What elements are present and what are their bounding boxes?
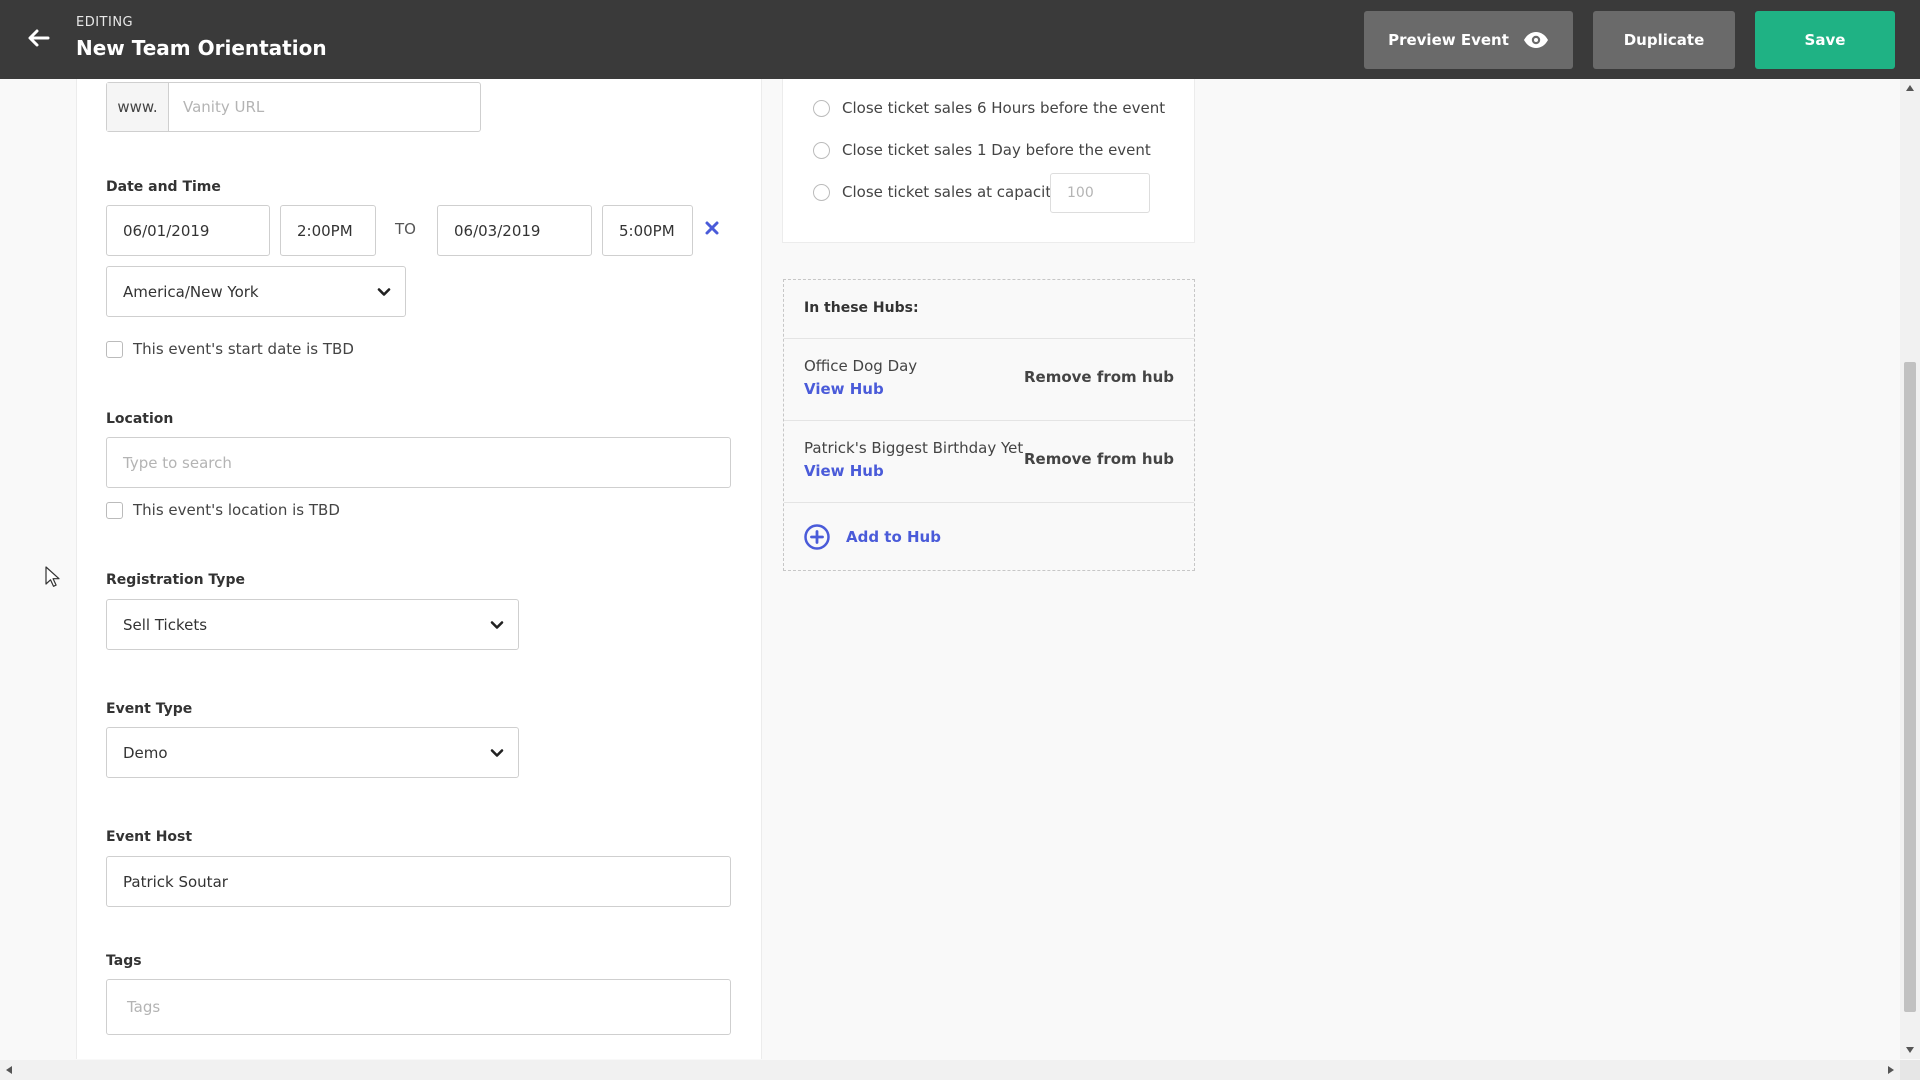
mouse-cursor-icon — [45, 566, 60, 587]
www-prefix: www. — [107, 83, 169, 131]
registration-type-select[interactable]: Sell Tickets — [106, 599, 519, 650]
close-1-day-label: Close ticket sales 1 Day before the even… — [842, 141, 1151, 159]
vanity-url-field[interactable]: www. Vanity URL — [106, 82, 481, 132]
chevron-down-icon — [377, 288, 391, 296]
scroll-down-icon[interactable] — [1906, 1047, 1914, 1053]
location-tbd-label: This event's location is TBD — [133, 501, 340, 519]
save-button[interactable]: Save — [1755, 11, 1895, 69]
registration-type-label: Registration Type — [106, 572, 245, 588]
remove-from-hub-button[interactable]: Remove from hub — [1024, 368, 1174, 386]
radio-button[interactable] — [813, 183, 830, 201]
close-6-hours-label: Close ticket sales 6 Hours before the ev… — [842, 99, 1166, 117]
hub-list-item: Patrick's Biggest Birthday Yet View Hub … — [784, 420, 1194, 502]
scroll-up-icon[interactable] — [1906, 85, 1914, 91]
scroll-right-icon[interactable] — [1888, 1066, 1894, 1074]
close-capacity-option[interactable]: Close ticket sales at capacity — [813, 183, 1060, 201]
event-host-input[interactable]: Patrick Soutar — [106, 856, 731, 907]
vanity-url-input[interactable]: Vanity URL — [169, 83, 480, 131]
hubs-panel: In these Hubs: Office Dog Day View Hub R… — [783, 279, 1195, 571]
timezone-select[interactable]: America/New York — [106, 266, 406, 317]
hub-list-item: Office Dog Day View Hub Remove from hub — [784, 338, 1194, 420]
hubs-title: In these Hubs: — [804, 300, 919, 316]
radio-button[interactable] — [813, 99, 830, 117]
view-hub-link[interactable]: View Hub — [804, 462, 884, 480]
preview-event-label: Preview Event — [1388, 31, 1509, 49]
tags-input[interactable]: Tags — [106, 979, 731, 1035]
page-title: New Team Orientation — [76, 36, 327, 60]
end-time-input[interactable]: 5:00PM — [602, 205, 693, 256]
scroll-left-icon[interactable] — [6, 1066, 12, 1074]
event-type-select[interactable]: Demo — [106, 727, 519, 778]
close-6-hours-option[interactable]: Close ticket sales 6 Hours before the ev… — [813, 99, 1165, 117]
start-date-tbd-checkbox[interactable] — [106, 340, 123, 358]
end-date-input[interactable]: 06/03/2019 — [437, 205, 592, 256]
date-time-label: Date and Time — [106, 179, 221, 195]
preview-event-button[interactable]: Preview Event — [1364, 11, 1573, 69]
chevron-down-icon — [490, 749, 504, 757]
start-date-tbd-row[interactable]: This event's start date is TBD — [106, 340, 354, 358]
plus-circle-icon — [804, 524, 830, 550]
horizontal-scrollbar[interactable] — [0, 1060, 1900, 1080]
remove-from-hub-button[interactable]: Remove from hub — [1024, 450, 1174, 468]
close-1-day-option[interactable]: Close ticket sales 1 Day before the even… — [813, 141, 1151, 159]
location-label: Location — [106, 411, 174, 427]
scrollbar-thumb[interactable] — [1904, 362, 1916, 1012]
top-bar: EDITING New Team Orientation Preview Eve… — [0, 0, 1920, 79]
capacity-input[interactable]: 100 — [1050, 173, 1150, 213]
start-time-input[interactable]: 2:00PM — [280, 205, 376, 256]
location-tbd-checkbox[interactable] — [106, 501, 123, 519]
event-type-value: Demo — [123, 743, 168, 762]
start-date-input[interactable]: 06/01/2019 — [106, 205, 270, 256]
registration-type-value: Sell Tickets — [123, 615, 208, 634]
tags-label: Tags — [106, 953, 142, 969]
add-to-hub-button[interactable]: Add to Hub — [804, 524, 941, 550]
chevron-down-icon — [490, 621, 504, 629]
event-host-label: Event Host — [106, 829, 193, 845]
close-x-icon[interactable] — [704, 220, 720, 236]
event-type-label: Event Type — [106, 701, 193, 717]
to-label: TO — [395, 220, 416, 238]
add-to-hub-label: Add to Hub — [846, 528, 941, 546]
view-hub-link[interactable]: View Hub — [804, 380, 884, 398]
location-search-input[interactable]: Type to search — [106, 437, 731, 488]
close-capacity-label: Close ticket sales at capacity — [842, 183, 1061, 201]
editing-label: EDITING — [76, 15, 134, 30]
radio-button[interactable] — [813, 141, 830, 159]
hub-name: Patrick's Biggest Birthday Yet — [804, 439, 1024, 457]
vertical-scrollbar[interactable] — [1900, 79, 1920, 1059]
start-date-tbd-label: This event's start date is TBD — [133, 340, 354, 358]
scrollbar-corner — [1900, 1060, 1920, 1080]
duplicate-button[interactable]: Duplicate — [1593, 11, 1735, 69]
location-tbd-row[interactable]: This event's location is TBD — [106, 501, 340, 519]
arrow-left-icon[interactable] — [24, 24, 52, 52]
eye-icon — [1523, 32, 1548, 48]
hub-name: Office Dog Day — [804, 357, 918, 375]
timezone-value: America/New York — [123, 282, 259, 301]
